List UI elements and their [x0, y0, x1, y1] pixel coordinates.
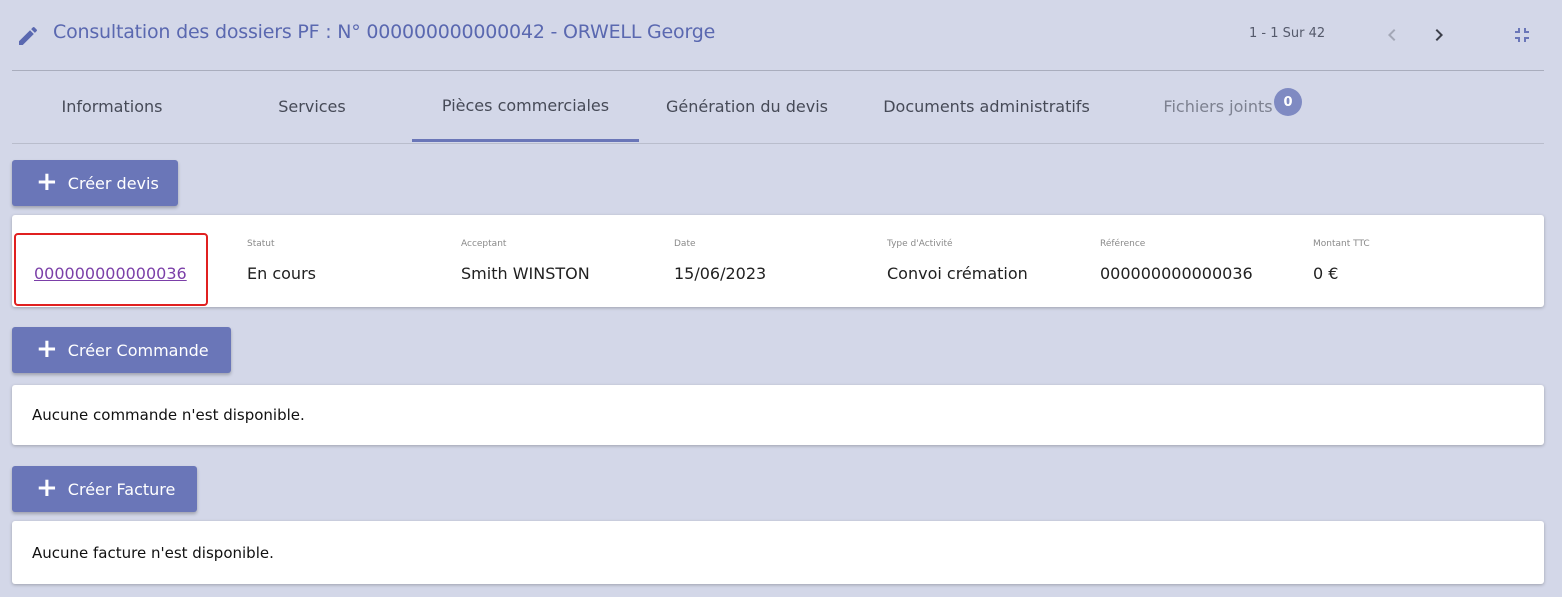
create-facture-label: Créer Facture — [67, 479, 176, 499]
date-label: Date — [674, 239, 696, 249]
fullscreen-exit-icon[interactable] — [1510, 23, 1534, 47]
devis-list: 000000000000036 Statut En cours Acceptan… — [12, 215, 1544, 307]
facture-list: Aucune facture n'est disponible. — [12, 521, 1544, 584]
montant-label: Montant TTC — [1313, 239, 1370, 249]
create-devis-button[interactable]: + Créer devis — [12, 160, 178, 206]
create-devis-label: Créer devis — [67, 173, 159, 193]
tab-documents-administratifs[interactable]: Documents administratifs — [855, 71, 1118, 142]
page-title: Consultation des dossiers PF : N° 000000… — [53, 21, 716, 43]
header: Consultation des dossiers PF : N° 000000… — [12, 0, 1544, 71]
statut-label: Statut — [247, 239, 275, 249]
type-activite-value: Convoi crémation — [887, 264, 1028, 283]
tab-generation-devis[interactable]: Génération du devis — [639, 71, 855, 142]
acceptant-label: Acceptant — [461, 239, 507, 249]
create-facture-button[interactable]: + Créer Facture — [12, 466, 197, 512]
pager-text: 1 - 1 Sur 42 — [1249, 26, 1326, 41]
type-activite-label: Type d'Activité — [887, 239, 953, 249]
tab-bar: Informations Services Pièces commerciale… — [12, 71, 1544, 144]
commande-empty-text: Aucune commande n'est disponible. — [32, 406, 305, 424]
acceptant-value: Smith WINSTON — [461, 264, 590, 283]
chevron-right-icon[interactable] — [1427, 23, 1451, 47]
statut-value: En cours — [247, 264, 316, 283]
plus-icon: + — [36, 333, 58, 364]
facture-empty-text: Aucune facture n'est disponible. — [32, 543, 274, 562]
devis-number-link[interactable]: 000000000000036 — [34, 264, 187, 283]
montant-value: 0 € — [1313, 264, 1339, 283]
date-value: 15/06/2023 — [674, 264, 767, 283]
tab-services[interactable]: Services — [212, 71, 412, 142]
chevron-left-icon[interactable] — [1380, 23, 1404, 47]
plus-icon: + — [36, 166, 58, 197]
create-commande-button[interactable]: + Créer Commande — [12, 327, 231, 373]
create-commande-label: Créer Commande — [67, 340, 209, 360]
tab-pieces-commerciales[interactable]: Pièces commerciales — [412, 71, 639, 142]
pencil-icon[interactable] — [16, 24, 40, 48]
reference-value: 000000000000036 — [1100, 264, 1253, 283]
plus-icon: + — [36, 472, 58, 503]
commande-list: Aucune commande n'est disponible. — [12, 385, 1544, 445]
fichiers-count-badge: 0 — [1274, 88, 1302, 116]
tab-informations[interactable]: Informations — [12, 71, 212, 142]
reference-label: Référence — [1100, 239, 1146, 249]
